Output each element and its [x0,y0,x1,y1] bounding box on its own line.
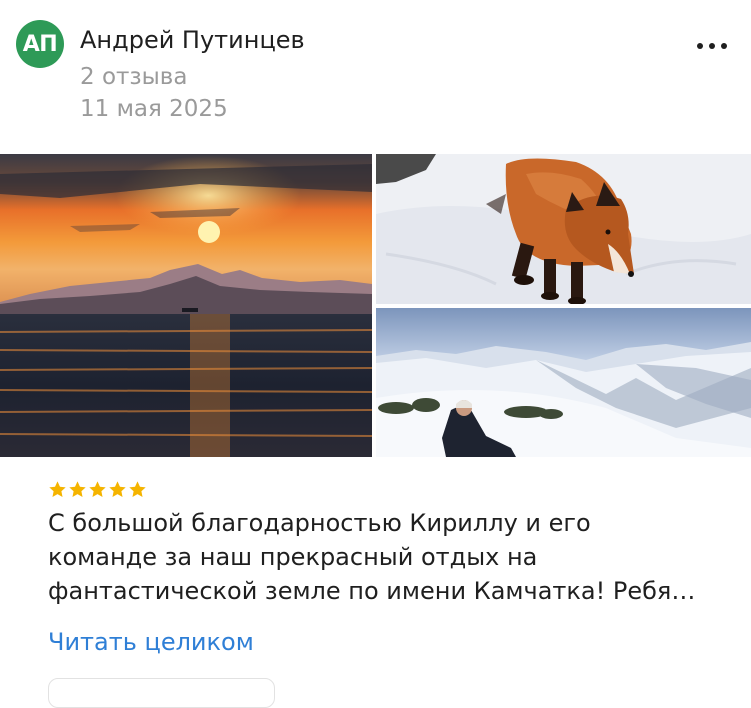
avatar[interactable]: АП [16,20,64,68]
review-text-line: С большой благодарностью Кириллу и его [48,509,591,537]
review-photo-sunset[interactable] [0,154,372,457]
review-text: С большой благодарностью Кириллу и его к… [48,506,728,608]
sunset-sea-image [0,154,372,457]
more-dots-icon [697,43,727,49]
star-rating [48,480,147,499]
star-icon [89,481,106,498]
fox-on-snow-image [376,154,751,304]
author-name[interactable]: Андрей Путинцев [80,26,305,54]
more-options-button[interactable] [690,34,734,58]
star-icon [49,481,66,498]
reaction-button[interactable] [48,678,275,708]
review-photo-fox[interactable] [376,154,751,304]
review-date: 11 мая 2025 [80,96,228,122]
author-reviews-count: 2 отзыва [80,64,188,90]
review-text-line: команде за наш прекрасный отдых на [48,543,538,571]
star-icon [109,481,126,498]
snowy-mountains-image [376,308,751,457]
review-photo-mountains[interactable] [376,308,751,457]
star-icon [129,481,146,498]
star-icon [69,481,86,498]
avatar-initials: АП [22,31,58,57]
read-more-link[interactable]: Читать целиком [48,628,254,656]
review-text-line: фантастической земле по имени Камчатка! … [48,577,696,605]
